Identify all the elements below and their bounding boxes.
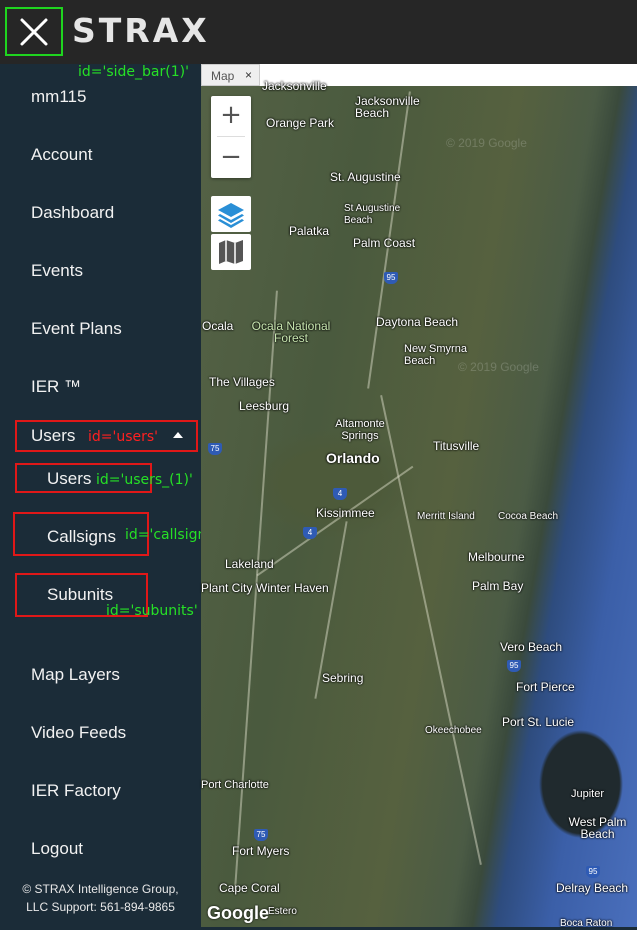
place-fort-pierce: Fort Pierce [516, 680, 575, 694]
place-west-palm-beach: West Palm Beach [568, 815, 627, 841]
top-bar: STRAX [0, 0, 637, 64]
place-the-villages: The Villages [209, 375, 275, 389]
place-boca-raton: Boca Raton [560, 918, 613, 929]
close-icon [20, 18, 48, 45]
place-jacksonville: Jacksonville [262, 79, 327, 93]
place-port-charlotte: Port Charlotte [201, 779, 269, 791]
place-palatka: Palatka [289, 224, 330, 238]
place-jupiter: Jupiter [571, 788, 605, 800]
place-lakeland: Lakeland [225, 557, 274, 571]
submenu-item-subunits[interactable]: Subunits [47, 585, 113, 605]
place-merritt-island: Merritt Island [417, 511, 475, 522]
place-cocoa-beach: Cocoa Beach [498, 511, 559, 522]
sidebar-item-ier[interactable]: IER ™ [31, 377, 81, 397]
sidebar-item-map-layers[interactable]: Map Layers [31, 665, 120, 685]
place-delray-beach: Delray Beach [556, 881, 629, 895]
sidebar-item-ier-factory[interactable]: IER Factory [31, 781, 121, 801]
caret-up-icon[interactable] [173, 432, 183, 438]
sidebar-item-events[interactable]: Events [31, 261, 83, 281]
map-type-button[interactable] [211, 234, 251, 270]
footer-copyright: © STRAX Intelligence Group, [22, 882, 179, 896]
sidebar-item-users[interactable]: Users [31, 426, 75, 446]
annotation-side-bar: id='side_bar(1)' [78, 64, 189, 80]
place-ocala-national-forest: Ocala National Forest [251, 319, 331, 345]
map-watermark: © 2019 Google [446, 136, 527, 150]
place-okeechobee: Okeechobee [425, 725, 482, 736]
annotation-users: id='users' [88, 429, 159, 445]
map-icon [219, 240, 243, 264]
place-cape-coral: Cape Coral [219, 881, 280, 895]
sidebar-item-logout[interactable]: Logout [31, 839, 83, 859]
tab-close-icon[interactable]: × [245, 68, 252, 82]
place-estero: Estero [268, 906, 297, 917]
place-palm-coast: Palm Coast [353, 236, 416, 250]
zoom-separator [217, 136, 245, 137]
annotation-subunits: id='subunits' [106, 603, 198, 619]
place-sebring: Sebring [322, 671, 364, 685]
sidebar-username[interactable]: mm115 [31, 87, 86, 107]
strax-logo: STRAX [72, 11, 210, 50]
place-winter-haven: Winter Haven [256, 581, 329, 595]
i75-shield-icon: 75 [254, 829, 268, 841]
i4-shield-icon: 4 [303, 527, 317, 539]
place-daytona-beach: Daytona Beach [376, 315, 459, 329]
sidebar-item-event-plans[interactable]: Event Plans [31, 319, 122, 339]
i95-shield-icon: 95 [586, 866, 600, 878]
annotation-users-1: id='users_(1)' [96, 472, 193, 488]
place-titusville: Titusville [433, 439, 480, 453]
place-plant-city: Plant City [201, 581, 253, 595]
submenu-item-callsigns[interactable]: Callsigns [47, 527, 116, 547]
sidebar-footer: © STRAX Intelligence Group, LLC Support:… [0, 880, 201, 916]
sidebar-item-video-feeds[interactable]: Video Feeds [31, 723, 126, 743]
place-altamonte-springs: Altamonte Springs [335, 418, 385, 442]
tab-map[interactable]: Map × [201, 64, 260, 86]
layers-button[interactable] [211, 196, 251, 232]
place-st-augustine: St. Augustine [330, 170, 401, 184]
i75-shield-icon: 75 [208, 443, 222, 455]
place-kissimmee: Kissimmee [316, 506, 375, 520]
zoom-control: + − [211, 96, 251, 178]
place-new-smyrna-beach: New Smyrna Beach [404, 343, 467, 367]
close-sidebar-button[interactable] [5, 7, 63, 56]
layers-icon [218, 203, 244, 228]
zoom-in-button[interactable]: + [211, 96, 251, 136]
tab-map-label: Map [211, 69, 235, 83]
place-st-augustine-beach: St Augustine Beach [344, 203, 401, 226]
place-port-st-lucie: Port St. Lucie [502, 715, 575, 729]
i4-shield-icon: 4 [333, 488, 347, 500]
i95-shield-icon: 95 [384, 272, 398, 284]
place-orange-park: Orange Park [266, 116, 335, 130]
sidebar-item-dashboard[interactable]: Dashboard [31, 203, 114, 223]
place-vero-beach: Vero Beach [500, 640, 563, 654]
place-jacksonville-beach: Jacksonville Beach [355, 94, 420, 120]
place-ocala: Ocala [202, 319, 234, 333]
place-fort-myers: Fort Myers [232, 844, 290, 858]
place-palm-bay: Palm Bay [472, 579, 524, 593]
google-logo: Google [207, 903, 269, 923]
footer-support: LLC Support: 561-894-9865 [26, 900, 175, 914]
place-leesburg: Leesburg [239, 399, 290, 413]
i95-shield-icon: 95 [507, 660, 521, 672]
place-orlando: Orlando [326, 450, 380, 466]
sidebar-item-account[interactable]: Account [31, 145, 92, 165]
submenu-item-users[interactable]: Users [47, 469, 91, 489]
place-melbourne: Melbourne [468, 550, 525, 564]
zoom-out-button[interactable]: − [211, 138, 251, 178]
